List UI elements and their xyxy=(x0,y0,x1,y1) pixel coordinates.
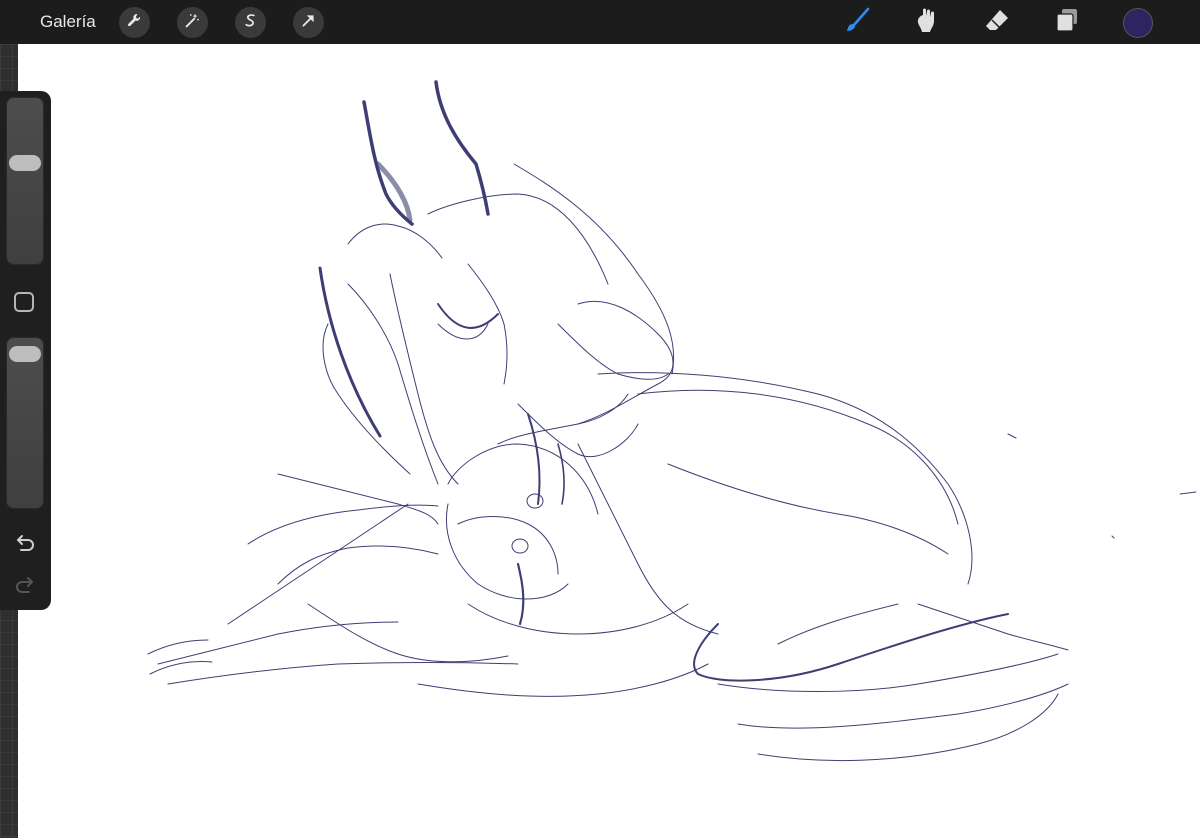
brush-size-slider-thumb[interactable] xyxy=(9,155,41,172)
sidebar-panel xyxy=(0,91,51,610)
redo-icon xyxy=(13,577,37,599)
layers-button[interactable] xyxy=(1051,6,1083,38)
redo-button[interactable] xyxy=(13,573,37,595)
transform-arrow-icon xyxy=(300,12,317,34)
adjustments-button[interactable] xyxy=(177,7,208,38)
selection-s-icon xyxy=(242,12,259,34)
layers-icon xyxy=(1053,6,1081,39)
magic-wand-icon xyxy=(184,12,201,34)
actions-button[interactable] xyxy=(119,7,150,38)
gallery-button[interactable]: Galería xyxy=(40,11,96,33)
smudge-tool-button[interactable] xyxy=(910,6,942,38)
smudge-icon xyxy=(912,6,940,39)
brush-icon xyxy=(843,6,871,39)
transform-button[interactable] xyxy=(293,7,324,38)
sketch-artwork xyxy=(147,80,1197,762)
sketch-strokes xyxy=(147,80,1197,762)
selection-button[interactable] xyxy=(235,7,266,38)
undo-icon xyxy=(13,535,37,557)
opacity-slider-thumb[interactable] xyxy=(9,346,41,362)
opacity-slider[interactable] xyxy=(6,337,44,509)
drawing-canvas[interactable] xyxy=(18,44,1200,838)
undo-button[interactable] xyxy=(13,531,37,553)
eraser-icon xyxy=(983,6,1011,39)
wrench-icon xyxy=(126,12,143,34)
color-picker-button[interactable] xyxy=(1123,8,1153,38)
paint-tool-button[interactable] xyxy=(841,6,873,38)
modify-square-button[interactable] xyxy=(14,292,34,312)
top-toolbar: Galería xyxy=(0,0,1200,44)
eraser-tool-button[interactable] xyxy=(981,6,1013,38)
brush-size-slider[interactable] xyxy=(6,97,44,265)
